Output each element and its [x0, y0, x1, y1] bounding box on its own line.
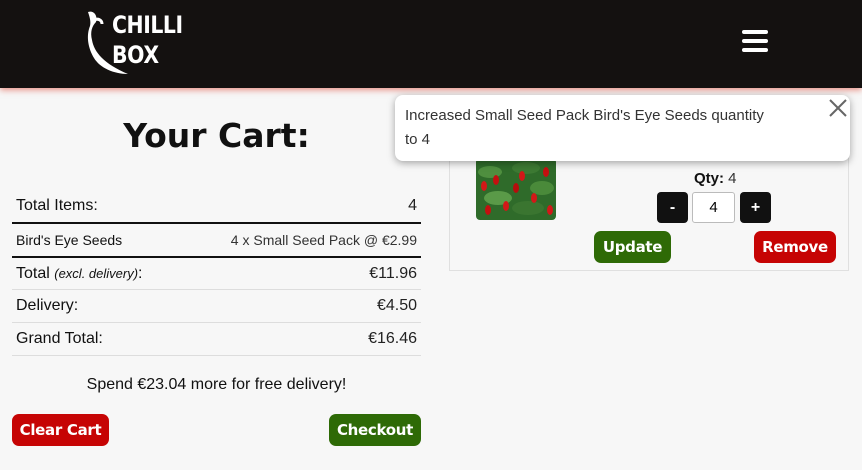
- total-excl-note: (excl. delivery): [54, 265, 139, 281]
- grand-total-row: Grand Total: €16.46: [12, 323, 421, 356]
- cart-summary: Total Items: 4 Bird's Eye Seeds 4 x Smal…: [12, 190, 421, 356]
- qty-label-text: Qty:: [694, 170, 724, 187]
- delivery-row: Delivery: €4.50: [12, 290, 421, 323]
- delivery-value: €4.50: [376, 297, 417, 314]
- logo-line-2: BOX: [112, 41, 159, 69]
- quantity-input[interactable]: [692, 192, 735, 223]
- toast-notification: Increased Small Seed Pack Bird's Eye See…: [395, 95, 850, 161]
- grand-total-label: Grand Total:: [16, 330, 103, 347]
- total-items-label: Total Items:: [16, 197, 98, 214]
- total-label: Total: [16, 264, 50, 282]
- site-header: CHILLI BOX: [0, 0, 862, 88]
- cart-line-item: Bird's Eye Seeds 4 x Small Seed Pack @ €…: [12, 224, 421, 258]
- product-image: [476, 158, 556, 220]
- delivery-label: Delivery:: [16, 297, 79, 314]
- grand-total-value: €16.46: [368, 330, 417, 347]
- total-value: €11.96: [369, 264, 417, 282]
- close-icon[interactable]: [827, 97, 849, 119]
- hamburger-menu-icon[interactable]: [742, 30, 768, 54]
- decrement-button[interactable]: -: [657, 192, 688, 223]
- logo-text[interactable]: CHILLI BOX: [112, 10, 195, 70]
- product-detail: 4 x Small Seed Pack @ €2.99: [230, 232, 417, 248]
- checkout-button[interactable]: Checkout: [329, 414, 421, 446]
- total-items-row: Total Items: 4: [12, 190, 421, 224]
- free-delivery-message: Spend €23.04 more for free delivery!: [86, 376, 347, 393]
- update-button[interactable]: Update: [594, 231, 671, 263]
- total-label-group: Total (excl. delivery):: [16, 265, 143, 283]
- quantity-label: Qty: 4: [694, 170, 737, 187]
- logo-line-1: CHILLI: [112, 11, 183, 39]
- qty-current-value: 4: [728, 170, 737, 187]
- product-name: Bird's Eye Seeds: [16, 232, 123, 248]
- toast-message: Increased Small Seed Pack Bird's Eye See…: [405, 107, 764, 148]
- clear-cart-button[interactable]: Clear Cart: [12, 414, 109, 446]
- increment-button[interactable]: +: [740, 192, 771, 223]
- page-title: Your Cart:: [123, 116, 310, 155]
- total-row: Total (excl. delivery): €11.96: [12, 258, 421, 290]
- remove-button[interactable]: Remove: [754, 231, 836, 263]
- total-items-value: 4: [408, 197, 417, 214]
- total-colon: :: [138, 264, 143, 282]
